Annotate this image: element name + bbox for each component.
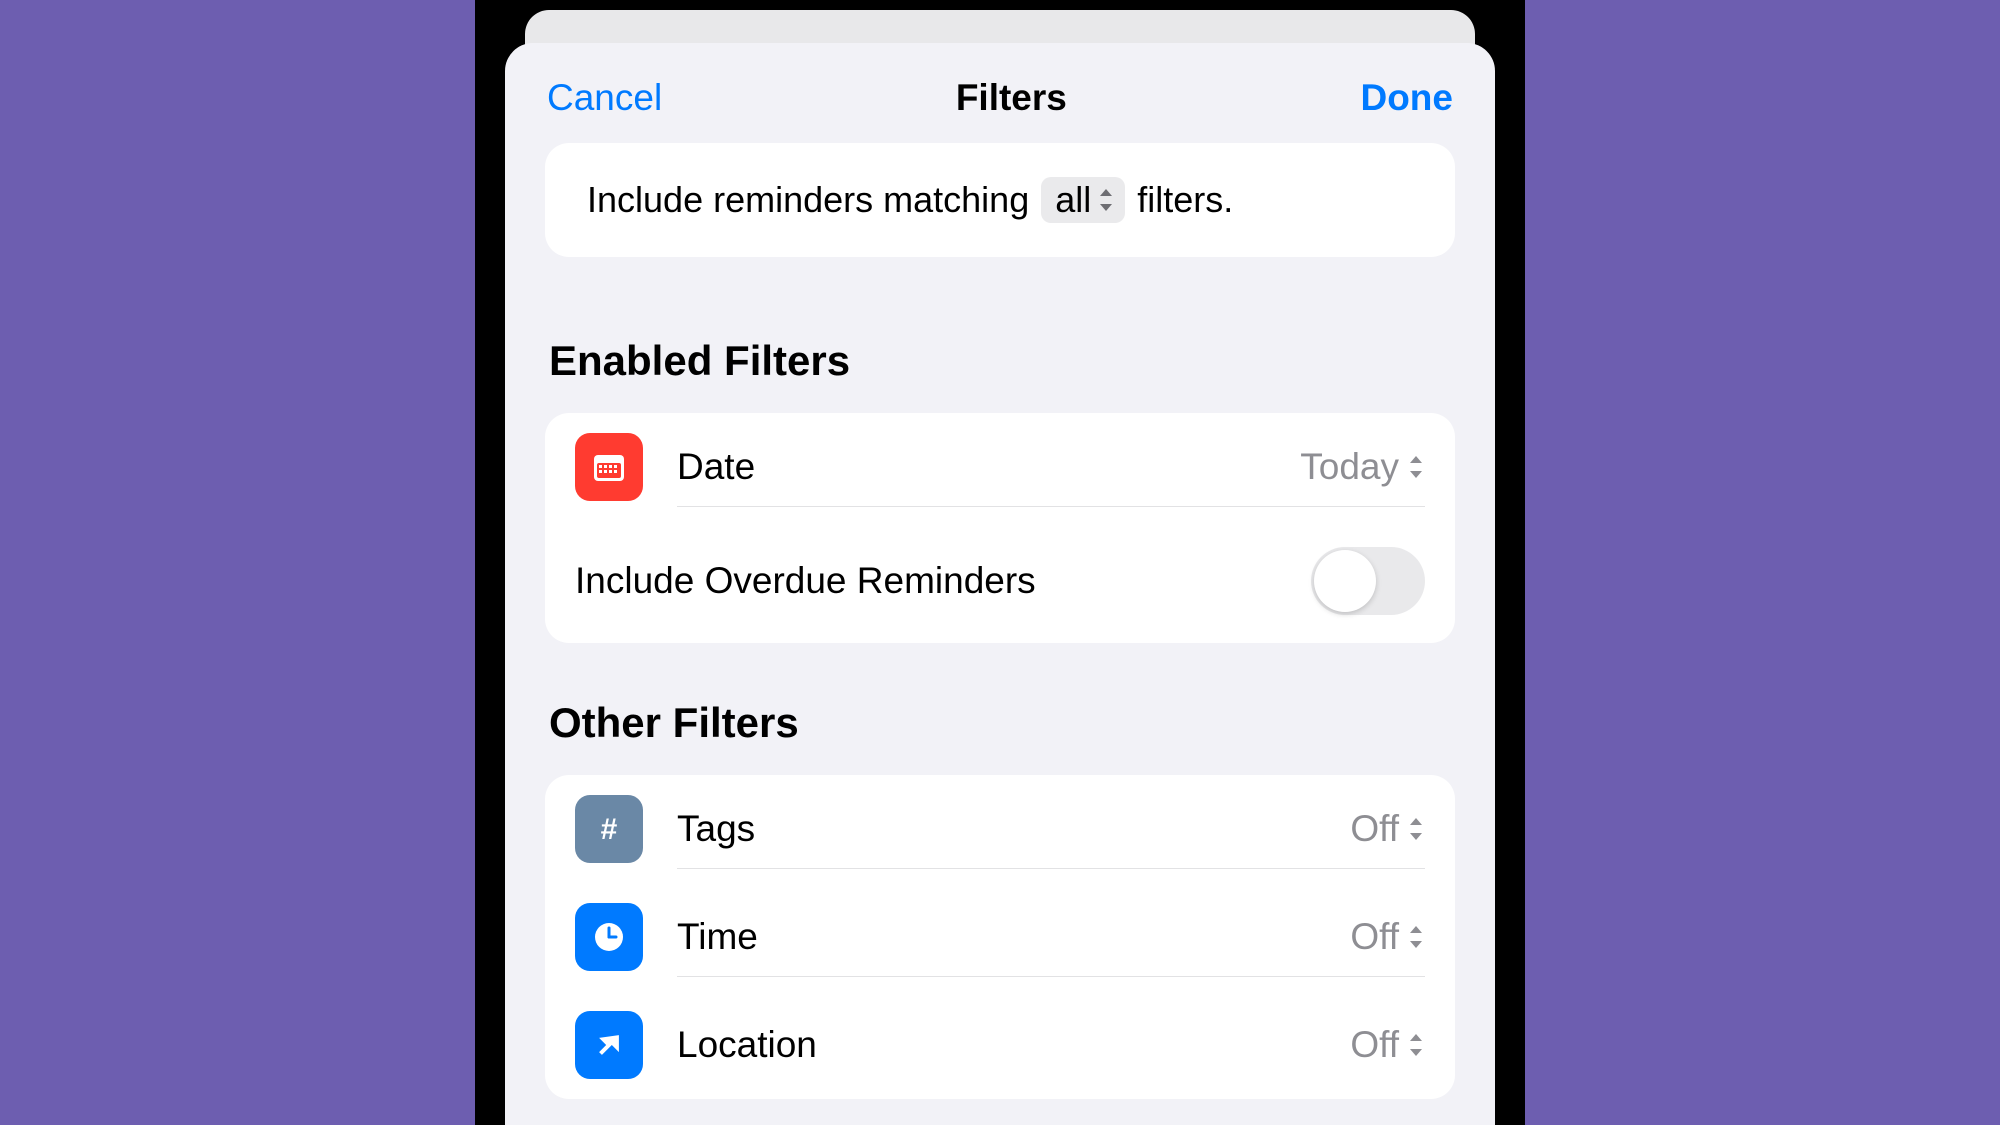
enabled-filters-group: Date Today Include Overdue Reminders (545, 413, 1455, 643)
other-filters-header: Other Filters (545, 699, 1455, 747)
nav-title: Filters (956, 77, 1067, 119)
phone-frame: Cancel Filters Done Include reminders ma… (475, 0, 1525, 1125)
overdue-toggle-row: Include Overdue Reminders (545, 521, 1455, 643)
other-filters-group: # Tags Off (545, 775, 1455, 1099)
match-mode-value: all (1055, 179, 1091, 221)
up-down-icon (1407, 816, 1425, 842)
filter-label-time: Time (677, 916, 758, 958)
up-down-icon (1407, 1032, 1425, 1058)
filter-value-time[interactable]: Off (1350, 916, 1425, 958)
overdue-label: Include Overdue Reminders (575, 560, 1036, 602)
filter-value-tags-text: Off (1350, 808, 1399, 850)
content-area: Include reminders matching all filters. … (505, 143, 1495, 1099)
cancel-button[interactable]: Cancel (547, 77, 662, 119)
filter-label-location: Location (677, 1024, 817, 1066)
calendar-icon (575, 433, 643, 501)
summary-suffix: filters. (1137, 179, 1233, 221)
filter-row-time[interactable]: Time Off (545, 883, 1455, 991)
done-button[interactable]: Done (1360, 77, 1453, 119)
nav-bar: Cancel Filters Done (505, 43, 1495, 143)
hash-icon: # (575, 795, 643, 863)
match-summary-card: Include reminders matching all filters. (545, 143, 1455, 257)
filter-label-date: Date (677, 446, 755, 488)
filter-value-tags[interactable]: Off (1350, 808, 1425, 850)
up-down-icon (1097, 187, 1115, 213)
svg-text:#: # (601, 813, 618, 846)
filter-value-date[interactable]: Today (1300, 446, 1425, 488)
filter-value-location-text: Off (1350, 1024, 1399, 1066)
filter-label-tags: Tags (677, 808, 755, 850)
overdue-toggle[interactable] (1311, 547, 1425, 615)
match-mode-selector[interactable]: all (1041, 177, 1125, 223)
filter-value-time-text: Off (1350, 916, 1399, 958)
summary-prefix: Include reminders matching (587, 179, 1029, 221)
up-down-icon (1407, 454, 1425, 480)
clock-icon (575, 903, 643, 971)
filter-row-tags[interactable]: # Tags Off (545, 775, 1455, 883)
location-icon (575, 1011, 643, 1079)
up-down-icon (1407, 924, 1425, 950)
filter-value-date-text: Today (1300, 446, 1399, 488)
filter-row-location[interactable]: Location Off (545, 991, 1455, 1099)
toggle-knob (1314, 550, 1376, 612)
filter-value-location[interactable]: Off (1350, 1024, 1425, 1066)
filter-row-date[interactable]: Date Today (545, 413, 1455, 521)
filters-modal: Cancel Filters Done Include reminders ma… (505, 43, 1495, 1125)
enabled-filters-header: Enabled Filters (545, 337, 1455, 385)
